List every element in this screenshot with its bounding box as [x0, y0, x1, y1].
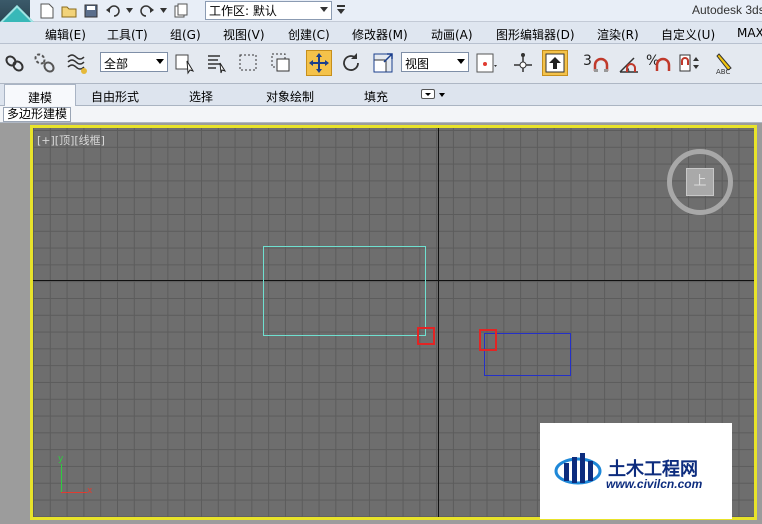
reference-coordinate-dropdown[interactable]: 视图 — [401, 52, 469, 72]
menu-animation[interactable]: 动画(A) — [431, 26, 473, 43]
edit-named-selection-icon[interactable]: ABC — [712, 50, 738, 76]
pivot-center-icon[interactable] — [473, 50, 499, 76]
select-and-move-icon[interactable] — [306, 50, 332, 76]
rectangle-shape-selected[interactable] — [263, 246, 426, 336]
ribbon-subpanel: 多边形建模 — [0, 106, 762, 123]
tab-selection[interactable]: 选择 — [174, 84, 228, 106]
tab-freeform[interactable]: 自由形式 — [80, 84, 150, 106]
x-axis-label: x — [87, 486, 93, 496]
viewport-label[interactable]: [+][顶][线框] — [37, 132, 105, 148]
bind-space-warp-icon[interactable] — [64, 50, 90, 76]
ribbon-options-icon[interactable] — [421, 89, 435, 99]
spinner-snap-icon[interactable] — [676, 50, 702, 76]
keyboard-shortcut-override-icon[interactable] — [542, 50, 568, 76]
viewcube-top-face[interactable]: 上 — [686, 168, 714, 196]
menu-create[interactable]: 创建(C) — [288, 26, 330, 43]
selection-filter-dropdown[interactable]: 全部 — [100, 52, 168, 72]
highlight-marker — [417, 327, 435, 345]
project-folder-icon[interactable] — [172, 2, 190, 20]
svg-text:ABC: ABC — [716, 68, 730, 75]
unlink-icon[interactable] — [32, 50, 58, 76]
undo-dropdown-icon[interactable] — [126, 2, 134, 20]
ribbon-tabs: 建模 自由形式 选择 对象绘制 填充 — [0, 84, 762, 106]
app-title: Autodesk 3ds — [692, 3, 762, 17]
title-bar: 工作区: 默认 Autodesk 3ds — [0, 0, 762, 44]
y-axis-indicator — [61, 464, 62, 492]
chevron-down-icon — [156, 59, 164, 64]
menu-modifiers[interactable]: 修改器(M) — [352, 26, 408, 43]
window-crossing-icon[interactable] — [268, 50, 294, 76]
angle-snap-icon[interactable] — [616, 50, 642, 76]
menu-bar: 编辑(E) 工具(T) 组(G) 视图(V) 创建(C) 修改器(M) 动画(A… — [0, 22, 762, 44]
main-toolbar: 全部 视图 3 % ABC — [0, 44, 762, 84]
chevron-down-icon[interactable] — [439, 93, 445, 97]
axis-tripod: y x — [57, 454, 97, 496]
x-axis-indicator — [61, 492, 87, 493]
quick-access-toolbar — [38, 2, 190, 20]
tab-object-paint[interactable]: 对象绘制 — [258, 84, 322, 106]
menu-maxscript[interactable]: MAX — [737, 26, 762, 40]
open-folder-icon[interactable] — [60, 2, 78, 20]
redo-dropdown-icon[interactable] — [160, 2, 168, 20]
tab-modeling[interactable]: 建模 — [4, 84, 76, 106]
undo-icon[interactable] — [104, 2, 122, 20]
watermark-logo-icon — [554, 449, 604, 489]
site-watermark: 土木工程网 www.civilcn.com — [540, 423, 732, 519]
menu-customize[interactable]: 自定义(U) — [661, 26, 715, 43]
tab-populate[interactable]: 填充 — [356, 84, 396, 106]
workspace-dropdown[interactable]: 工作区: 默认 — [205, 1, 332, 20]
highlight-marker — [479, 329, 497, 351]
y-axis-label: y — [58, 454, 64, 464]
menu-rendering[interactable]: 渲染(R) — [597, 26, 639, 43]
viewcube[interactable]: 上 — [667, 149, 733, 215]
select-and-rotate-icon[interactable] — [338, 50, 364, 76]
polygon-modeling-label[interactable]: 多边形建模 — [3, 107, 72, 122]
world-y-axis-line — [438, 128, 439, 517]
menu-group[interactable]: 组(G) — [170, 26, 201, 43]
select-by-name-icon[interactable] — [204, 50, 230, 76]
select-and-scale-icon[interactable] — [370, 50, 396, 76]
link-icon[interactable] — [2, 50, 28, 76]
menu-edit[interactable]: 编辑(E) — [45, 26, 86, 43]
workspace-value: 工作区: 默认 — [209, 4, 277, 18]
reference-coordinate-value: 视图 — [405, 57, 430, 71]
customize-toolbar-icon[interactable] — [336, 4, 346, 19]
selection-filter-value: 全部 — [104, 57, 129, 71]
redo-icon[interactable] — [138, 2, 156, 20]
chevron-down-icon — [320, 7, 328, 12]
select-object-icon[interactable] — [172, 50, 198, 76]
new-file-icon[interactable] — [38, 2, 56, 20]
snaps-toggle-icon[interactable] — [590, 50, 616, 76]
chevron-down-icon — [457, 59, 465, 64]
menu-graph-editors[interactable]: 图形编辑器(D) — [496, 26, 575, 43]
select-and-manipulate-icon[interactable] — [510, 50, 536, 76]
save-icon[interactable] — [82, 2, 100, 20]
menu-tools[interactable]: 工具(T) — [107, 26, 148, 43]
percent-snap-icon[interactable] — [652, 50, 678, 76]
watermark-url: www.civilcn.com — [606, 477, 703, 491]
rectangular-selection-icon[interactable] — [236, 50, 262, 76]
rectangle-shape[interactable] — [484, 333, 571, 376]
menu-views[interactable]: 视图(V) — [223, 26, 265, 43]
